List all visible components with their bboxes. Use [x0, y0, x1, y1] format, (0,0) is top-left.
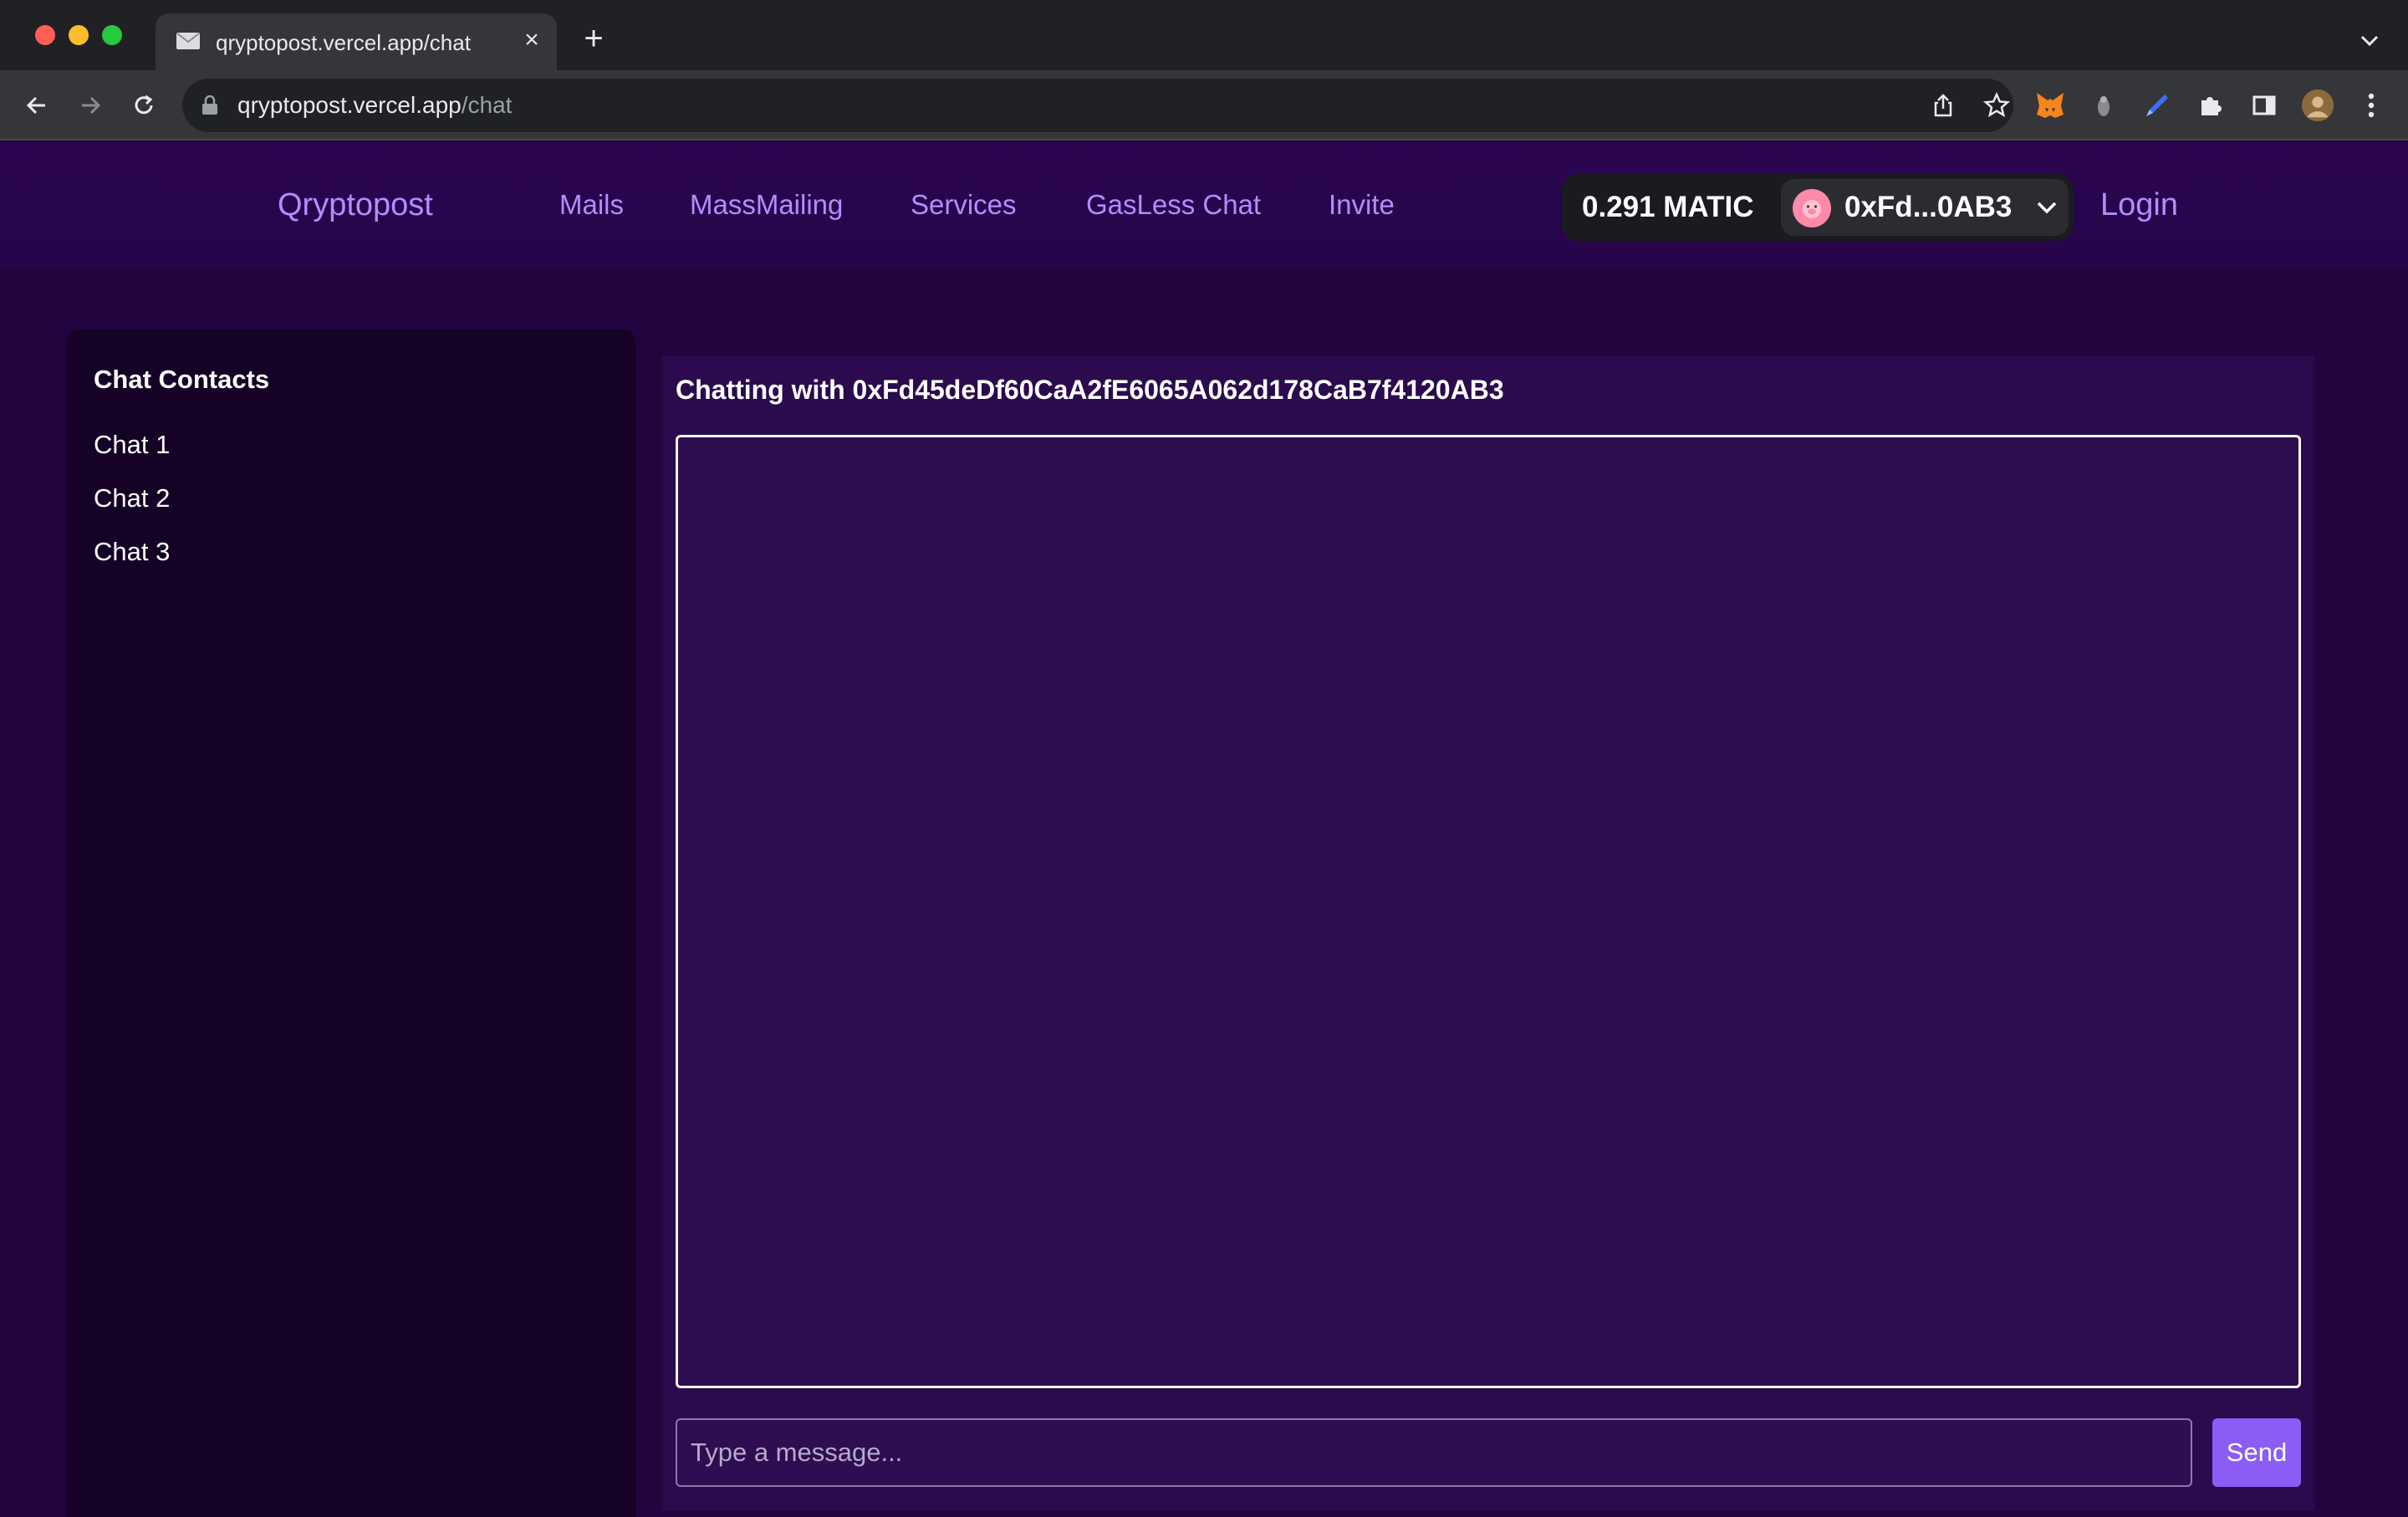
- share-icon[interactable]: [1930, 92, 1956, 119]
- chat-panel: Chatting with 0xFd45deDf60CaA2fE6065A062…: [662, 356, 2314, 1510]
- reload-icon[interactable]: [125, 87, 162, 124]
- messages-area[interactable]: [676, 435, 2301, 1388]
- contact-item[interactable]: Chat 3: [94, 537, 170, 567]
- nav-services[interactable]: Services: [911, 189, 1017, 221]
- account-button[interactable]: 0xFd...0AB3: [1781, 179, 2069, 236]
- nav-invite[interactable]: Invite: [1329, 189, 1395, 221]
- send-button[interactable]: Send: [2212, 1418, 2301, 1487]
- browser-tab[interactable]: qryptopost.vercel.app/chat ×: [156, 13, 557, 70]
- page: Qryptopost Mails MassMailing Services Ga…: [0, 142, 2408, 1517]
- new-tab-icon[interactable]: +: [577, 22, 610, 55]
- site-header: Qryptopost Mails MassMailing Services Ga…: [0, 142, 2408, 268]
- mail-icon: [176, 33, 200, 49]
- login-link[interactable]: Login: [2100, 187, 2178, 223]
- contact-item[interactable]: Chat 2: [94, 483, 170, 513]
- url-text: qryptopost.vercel.app/chat: [237, 92, 513, 118]
- address-bar[interactable]: qryptopost.vercel.app/chat: [182, 79, 2013, 132]
- nav-gasless-chat[interactable]: GasLess Chat: [1086, 189, 1261, 221]
- browser-toolbar: qryptopost.vercel.app/chat: [0, 70, 2408, 140]
- browser-tab-strip: qryptopost.vercel.app/chat × +: [0, 0, 2408, 70]
- forward-icon[interactable]: [72, 87, 109, 124]
- pen-extension-icon[interactable]: [2140, 89, 2174, 122]
- close-tab-icon[interactable]: ×: [517, 25, 547, 55]
- back-icon[interactable]: [18, 87, 55, 124]
- chat-heading: Chatting with 0xFd45deDf60CaA2fE6065A062…: [676, 375, 1504, 405]
- account-avatar-icon: [1793, 189, 1831, 227]
- wallet-connect-widget: 0.291 MATIC 0xFd...0AB3: [1562, 174, 2074, 241]
- chevron-down-icon[interactable]: [2356, 27, 2383, 54]
- bookmark-star-icon[interactable]: [1983, 92, 2010, 119]
- tab-title: qryptopost.vercel.app/chat: [216, 30, 471, 55]
- wallet-balance: 0.291 MATIC: [1582, 191, 1754, 223]
- nav-massmailing[interactable]: MassMailing: [690, 189, 843, 221]
- extension-icon[interactable]: [2087, 89, 2120, 122]
- minimize-window-button[interactable]: [69, 25, 89, 45]
- lock-icon: [202, 95, 217, 115]
- close-window-button[interactable]: [35, 25, 55, 45]
- sidebar-title: Chat Contacts: [94, 365, 270, 394]
- chevron-down-icon: [2037, 202, 2057, 214]
- profile-avatar[interactable]: [2301, 89, 2334, 122]
- maximize-window-button[interactable]: [102, 25, 122, 45]
- puzzle-extensions-icon[interactable]: [2194, 89, 2227, 122]
- side-panel-icon[interactable]: [2247, 89, 2281, 122]
- browser-menu-icon[interactable]: [2354, 89, 2388, 122]
- account-address: 0xFd...0AB3: [1844, 191, 2013, 223]
- contact-item[interactable]: Chat 1: [94, 430, 170, 460]
- message-input[interactable]: [676, 1418, 2192, 1487]
- metamask-fox-icon[interactable]: [2033, 89, 2067, 122]
- chat-contacts-sidebar: Chat Contacts Chat 1 Chat 2 Chat 3: [67, 329, 635, 1517]
- nav-mails[interactable]: Mails: [559, 189, 624, 221]
- brand-logo-link[interactable]: Qryptopost: [278, 187, 433, 223]
